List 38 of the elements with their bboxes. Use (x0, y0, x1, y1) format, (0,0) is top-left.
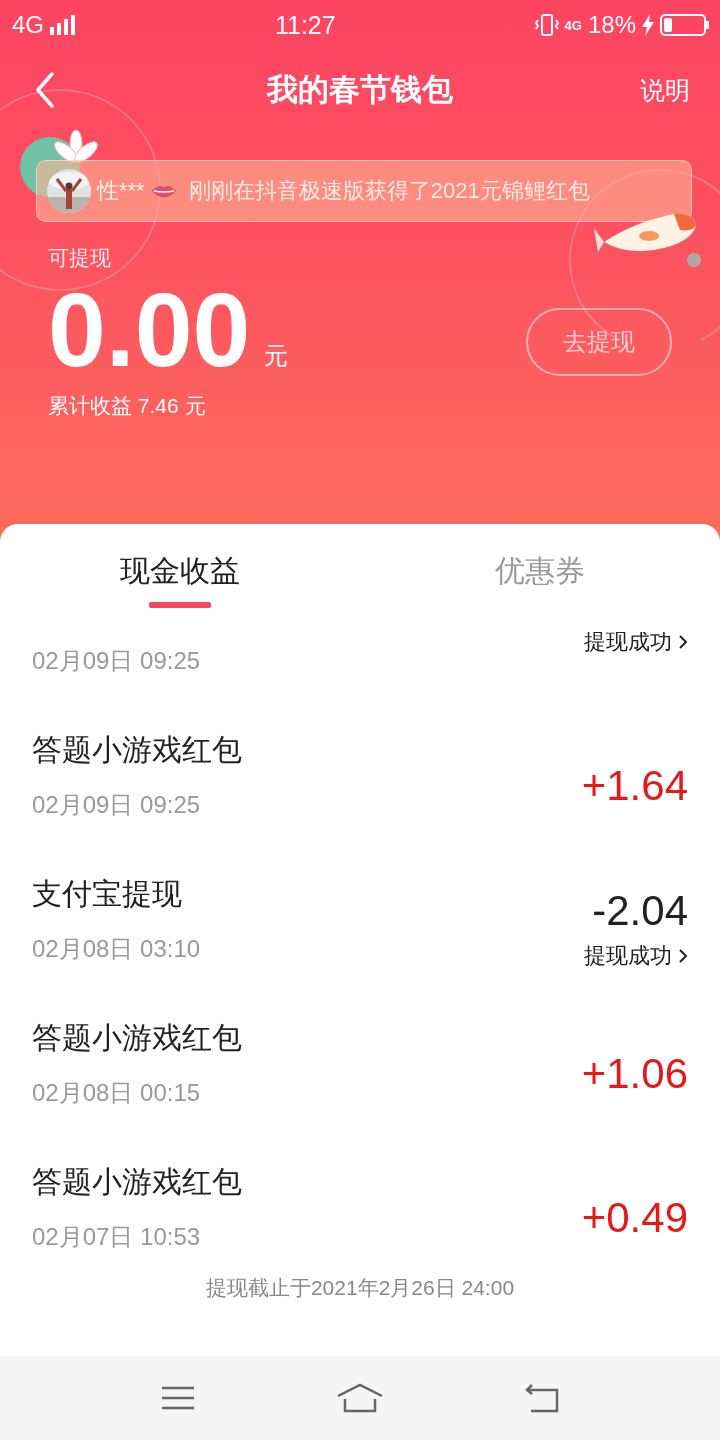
transaction-amount: -2.04 (592, 887, 688, 935)
transaction-title: 支付宝提现 (32, 876, 183, 912)
chevron-right-icon (678, 634, 688, 650)
back-icon[interactable] (525, 1383, 560, 1413)
total-earnings: 累计收益 7.46 元 (48, 393, 207, 419)
battery-percent: 18% (587, 11, 636, 39)
balance-amount: 0.00 (48, 278, 251, 382)
transaction-date: 02月08日 03:10 (32, 934, 201, 964)
vibrate-icon (534, 13, 559, 37)
transaction-amount: +1.06 (581, 1050, 688, 1098)
network-label: 4G (12, 11, 44, 39)
clock-time: 11:27 (274, 10, 336, 40)
charging-icon (642, 14, 654, 36)
transaction-title: 答题小游戏红包 (32, 732, 242, 768)
menu-icon[interactable] (160, 1385, 195, 1411)
transaction-date: 02月07日 10:53 (32, 1222, 202, 1250)
balance-label: 可提现 (48, 245, 112, 271)
transaction-title: 答题小游戏红包 (32, 1020, 242, 1056)
page-title: 我的春节钱包 (267, 71, 453, 109)
user-name: 性*** (97, 177, 145, 205)
currency-unit: 元 (264, 341, 289, 371)
transaction-title: 答题小游戏红包 (32, 1164, 242, 1200)
transaction-date: 02月09日 09:25 (32, 790, 202, 820)
chevron-right-icon (678, 948, 688, 964)
lips-icon (150, 184, 177, 198)
signal-icon (50, 15, 76, 35)
transaction-amount: +1.64 (581, 762, 688, 810)
transaction-amount: +0.49 (581, 1194, 688, 1242)
battery-icon (660, 14, 710, 36)
notice-text: 刚刚在抖音极速版获得了2021元锦鲤红包 (188, 177, 590, 205)
network-label: 4G (564, 17, 582, 33)
transaction-date: 02月09日 09:25 (32, 646, 201, 676)
status-link[interactable]: 提现成功 (584, 939, 688, 973)
deadline-note: 提现截止于2021年2月26日 24:00 (204, 1275, 516, 1301)
transaction-date: 02月08日 00:15 (32, 1078, 202, 1108)
tab[interactable]: 现金收益 (0, 524, 360, 632)
back-icon (34, 72, 56, 108)
home-icon[interactable] (336, 1382, 384, 1414)
